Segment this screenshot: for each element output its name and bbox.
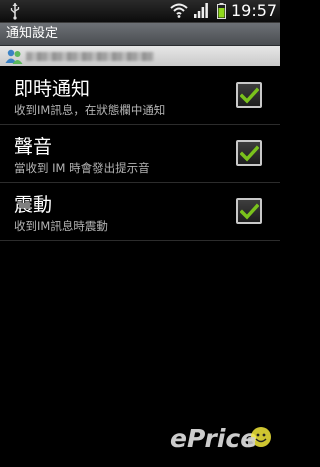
status-time: 19:57: [231, 1, 278, 20]
vibrate-checkbox[interactable]: [236, 198, 262, 224]
sound-checkbox[interactable]: [236, 140, 262, 166]
wifi-icon: [170, 3, 188, 18]
signal-icon: [194, 3, 208, 18]
account-name-redacted: [26, 52, 154, 61]
checkmark-icon: [240, 145, 259, 162]
status-bar: 19:57: [0, 0, 280, 23]
usb-icon: [10, 3, 20, 20]
checkmark-icon: [240, 87, 259, 104]
accounts-icon: [5, 49, 23, 64]
checkmark-icon: [240, 203, 259, 220]
title-bar: 通知設定: [0, 23, 280, 46]
eprice-watermark-logo: ePrice: [170, 424, 271, 453]
setting-instant-notification[interactable]: 即時通知 收到IM訊息，在狀態欄中通知: [0, 67, 280, 125]
setting-summary: 當收到 IM 時會發出提示音: [14, 161, 150, 175]
battery-icon: [217, 3, 226, 19]
setting-vibrate[interactable]: 震動 收到IM訊息時震動: [0, 183, 280, 241]
setting-summary: 收到IM訊息時震動: [14, 219, 108, 233]
instant-notification-checkbox[interactable]: [236, 82, 262, 108]
setting-label: 即時通知: [14, 78, 91, 100]
setting-label: 震動: [14, 194, 53, 216]
setting-label: 聲音: [14, 136, 53, 158]
setting-summary: 收到IM訊息，在狀態欄中通知: [14, 103, 166, 117]
page-title: 通知設定: [6, 26, 59, 41]
watermark-text: ePrice: [170, 424, 257, 453]
setting-sound[interactable]: 聲音 當收到 IM 時會發出提示音: [0, 125, 280, 183]
account-bar: [0, 46, 280, 66]
